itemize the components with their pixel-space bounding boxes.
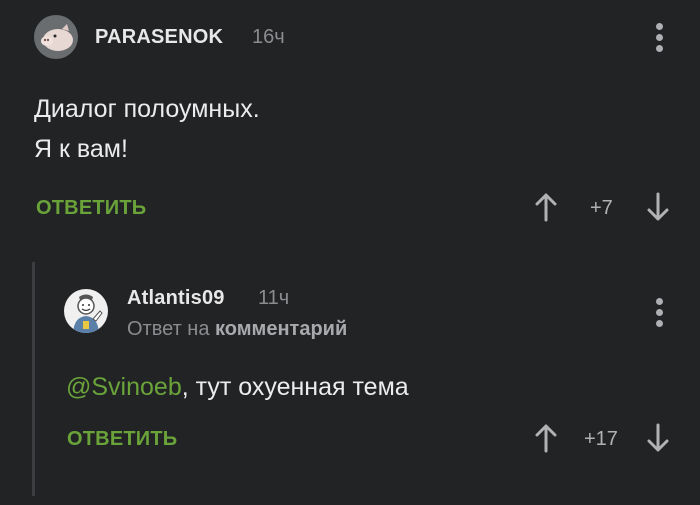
reply-to-link[interactable]: комментарий xyxy=(215,318,347,340)
arrow-up-icon[interactable] xyxy=(535,423,557,458)
timestamp: 11ч xyxy=(258,287,290,309)
thread-line xyxy=(32,262,35,496)
more-vertical-icon[interactable] xyxy=(652,23,666,56)
reply-to-prefix: Ответ на xyxy=(127,318,210,340)
reply-to-label: Ответ на комментарий xyxy=(127,318,347,341)
comment-text: Диалог полоумных. Я к вам! xyxy=(34,89,260,169)
more-vertical-icon[interactable] xyxy=(652,298,666,331)
timestamp: 16ч xyxy=(252,26,285,48)
comment-line: Я к вам! xyxy=(34,135,128,163)
rating-count: +7 xyxy=(590,197,613,219)
avatar[interactable] xyxy=(64,289,108,333)
username[interactable]: PARASENOK xyxy=(95,26,223,49)
comment-line: Диалог полоумных. xyxy=(34,95,260,123)
comment-text: @Svinoeb, тут охуенная тема xyxy=(66,367,409,407)
arrow-down-icon[interactable] xyxy=(647,423,669,458)
user-mention[interactable]: @Svinoeb xyxy=(66,373,182,401)
reply-button[interactable]: ОТВЕТИТЬ xyxy=(67,428,177,451)
avatar[interactable] xyxy=(34,15,78,59)
arrow-up-icon[interactable] xyxy=(535,192,557,227)
comment-line: , тут охуенная тема xyxy=(181,373,409,401)
arrow-down-icon[interactable] xyxy=(647,192,669,227)
rating-count: +17 xyxy=(584,428,618,450)
reply-button[interactable]: ОТВЕТИТЬ xyxy=(36,197,146,220)
username[interactable]: Atlantis09 xyxy=(127,287,225,310)
